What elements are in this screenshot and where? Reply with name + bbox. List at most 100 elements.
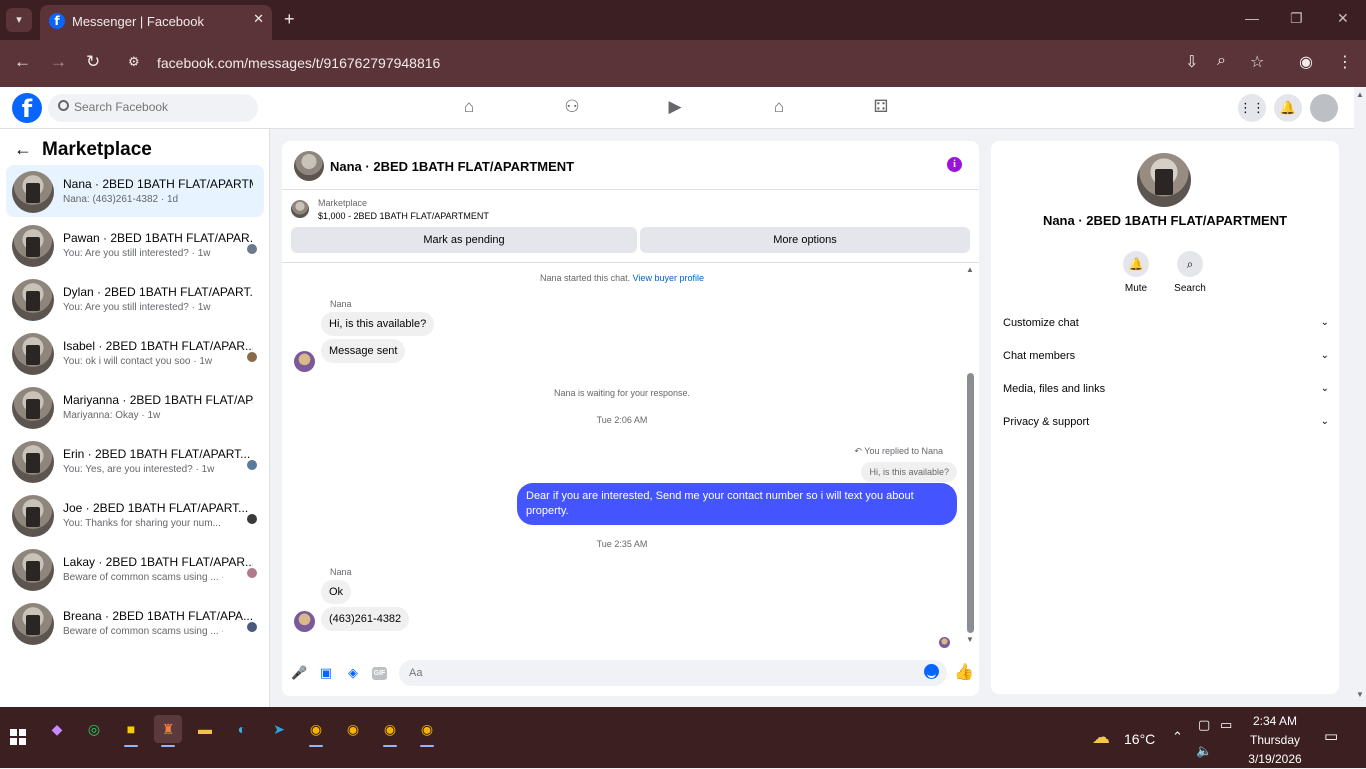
forward-icon[interactable]: → [50, 52, 67, 72]
incoming-message[interactable]: (463)261-4382 [321, 607, 410, 631]
minimize-icon[interactable]: — [1245, 10, 1259, 26]
chrome-icon[interactable]: ◉ [339, 715, 367, 743]
telegram-icon[interactable]: ➤ [265, 715, 293, 743]
weather-temperature[interactable]: 16°C [1124, 731, 1155, 747]
conversation-preview: Nana: (463)261-4382 · 1d [63, 194, 179, 205]
address-bar-url[interactable]: facebook.com/messages/t/916762797948816 [157, 55, 440, 71]
section-privacy-support[interactable]: Privacy & support ⌄ [1003, 410, 1329, 434]
facebook-search-box[interactable] [48, 94, 258, 122]
back-arrow-icon[interactable]: ← [14, 139, 32, 160]
outgoing-message[interactable]: Dear if you are interested, Send me your… [517, 483, 957, 525]
incoming-message[interactable]: Ok [321, 580, 352, 604]
scroll-up-arrow-icon[interactable]: ▲ [1356, 90, 1364, 99]
marketplace-icon[interactable]: ⌂ [768, 97, 790, 117]
search-input[interactable] [74, 100, 244, 114]
friends-icon[interactable]: ⚇ [561, 97, 583, 117]
emoji-icon[interactable] [924, 664, 939, 679]
zoom-icon[interactable]: ⌕ [1217, 52, 1226, 70]
notifications-bell-icon[interactable]: 🔔 [1274, 94, 1302, 122]
conversation-preview: You: Are you still interested? · 1w [63, 248, 211, 259]
tab-search-chevron-icon[interactable]: ▾ [6, 8, 32, 32]
conversation-item[interactable]: Dylan · 2BED 1BATH FLAT/APART... You: Ar… [6, 273, 264, 325]
microphone-icon[interactable]: 🎤 [291, 665, 307, 681]
mark-as-pending-button[interactable]: Mark as pending [291, 227, 637, 253]
section-chat-members[interactable]: Chat members ⌄ [1003, 344, 1329, 368]
edge-icon[interactable]: ◐ [228, 715, 256, 743]
gif-icon[interactable]: GIF [372, 667, 387, 680]
device-icon[interactable]: ▢ [1198, 717, 1210, 733]
account-avatar[interactable] [1310, 94, 1338, 122]
view-buyer-profile-link[interactable]: View buyer profile [633, 273, 704, 283]
site-info-icon[interactable]: ⚙ [128, 54, 140, 70]
conversation-item[interactable]: Isabel · 2BED 1BATH FLAT/APAR... You: ok… [6, 327, 264, 379]
more-options-button[interactable]: More options [640, 227, 970, 253]
conversation-item[interactable]: Lakay · 2BED 1BATH FLAT/APAR... Beware o… [6, 543, 264, 595]
app-icon[interactable]: ♜ [154, 715, 182, 747]
scroll-down-arrow-icon[interactable]: ▼ [1356, 690, 1364, 699]
waiting-note: Nana is waiting for your response. [553, 388, 691, 398]
conversation-item[interactable]: Mariyanna · 2BED 1BATH FLAT/AP... Mariya… [6, 381, 264, 433]
mute-action[interactable]: 🔔 Mute [1111, 251, 1161, 294]
install-app-icon[interactable]: ⇩ [1185, 52, 1198, 72]
browser-tab-messenger[interactable]: f Messenger | Facebook ✕ [40, 5, 272, 40]
chrome-icon[interactable]: ◉ [413, 715, 441, 747]
listing-avatar[interactable] [1137, 153, 1191, 207]
tab-close-icon[interactable]: ✕ [253, 11, 264, 27]
search-action[interactable]: ⌕ Search [1165, 251, 1215, 294]
scroll-down-arrow-icon[interactable]: ▼ [966, 635, 974, 644]
page-scrollbar[interactable]: ▲ ▼ [1354, 87, 1366, 707]
windows-start-icon[interactable] [10, 729, 26, 745]
reload-icon[interactable]: ↻ [86, 52, 100, 72]
facebook-logo-icon[interactable]: f [12, 93, 42, 123]
profile-icon[interactable]: ◉ [1299, 52, 1313, 72]
scroll-up-arrow-icon[interactable]: ▲ [966, 265, 974, 274]
section-customize-chat[interactable]: Customize chat ⌄ [1003, 311, 1329, 335]
thumbs-up-icon[interactable]: 👍 [954, 662, 974, 682]
show-hidden-icons-chevron-icon[interactable]: ⌃ [1172, 729, 1183, 745]
sender-avatar[interactable] [294, 351, 315, 372]
notification-center-icon[interactable]: ▭ [1324, 727, 1338, 745]
conversation-item[interactable]: Erin · 2BED 1BATH FLAT/APART... You: Yes… [6, 435, 264, 487]
weather-cloudy-icon[interactable]: ☁ [1092, 727, 1110, 748]
sticky-notes-icon[interactable]: ■ [117, 715, 145, 747]
incoming-message[interactable]: Message sent [321, 339, 406, 363]
conversation-item[interactable]: Pawan · 2BED 1BATH FLAT/APAR... You: Are… [6, 219, 264, 271]
seen-avatar [246, 621, 258, 633]
message-input[interactable] [399, 660, 947, 686]
sender-avatar[interactable] [294, 611, 315, 632]
section-media-files-links[interactable]: Media, files and links ⌄ [1003, 377, 1329, 401]
listing-price[interactable]: $1,000 - 2BED 1BATH FLAT/APARTMENT [318, 211, 489, 221]
video-icon[interactable]: ▶ [664, 97, 686, 117]
whatsapp-icon[interactable]: ◎ [80, 715, 108, 743]
taskbar-clock[interactable]: 2:34 AM Thursday 3/19/2026 [1232, 712, 1318, 769]
listing-thumbnail[interactable] [291, 200, 309, 218]
sticker-icon[interactable]: ◈ [345, 665, 361, 681]
incoming-message[interactable]: Hi, is this available? [321, 312, 435, 336]
chat-listing-avatar[interactable] [294, 151, 324, 181]
gaming-icon[interactable]: ⚃ [870, 97, 892, 117]
conversation-item[interactable]: Breana · 2BED 1BATH FLAT/APA... Beware o… [6, 597, 264, 649]
close-window-icon[interactable]: ✕ [1337, 10, 1349, 27]
chrome-icon[interactable]: ◉ [302, 715, 330, 747]
maximize-icon[interactable]: ❐ [1290, 10, 1303, 27]
file-explorer-icon[interactable]: ▬ [191, 715, 219, 743]
scrollbar-thumb[interactable] [967, 373, 974, 633]
network-icon[interactable]: ▭ [1220, 717, 1232, 733]
new-tab-icon[interactable]: + [284, 9, 295, 29]
message-scrollbar[interactable]: ▲ ▼ [965, 263, 976, 649]
copilot-icon[interactable]: ◆ [43, 715, 71, 743]
chat-title[interactable]: Nana · 2BED 1BATH FLAT/APARTMENT [330, 159, 574, 174]
seen-avatar [246, 567, 258, 579]
chrome-icon[interactable]: ◉ [376, 715, 404, 747]
conversation-item[interactable]: Joe · 2BED 1BATH FLAT/APART... You: Than… [6, 489, 264, 541]
browser-menu-icon[interactable]: ⋮ [1337, 52, 1353, 72]
volume-icon[interactable]: 🔈 [1196, 743, 1212, 759]
home-icon[interactable]: ⌂ [458, 97, 480, 117]
info-icon[interactable]: i [947, 157, 962, 172]
conversation-item[interactable]: Nana · 2BED 1BATH FLAT/APARTM... Nana: (… [6, 165, 264, 217]
back-icon[interactable]: ← [14, 52, 31, 72]
replied-message-quote[interactable]: Hi, is this available? [861, 462, 957, 482]
bookmark-star-icon[interactable]: ☆ [1250, 52, 1264, 72]
photo-icon[interactable]: ▣ [318, 665, 334, 681]
menu-grid-icon[interactable]: ⋮⋮ [1238, 94, 1266, 122]
